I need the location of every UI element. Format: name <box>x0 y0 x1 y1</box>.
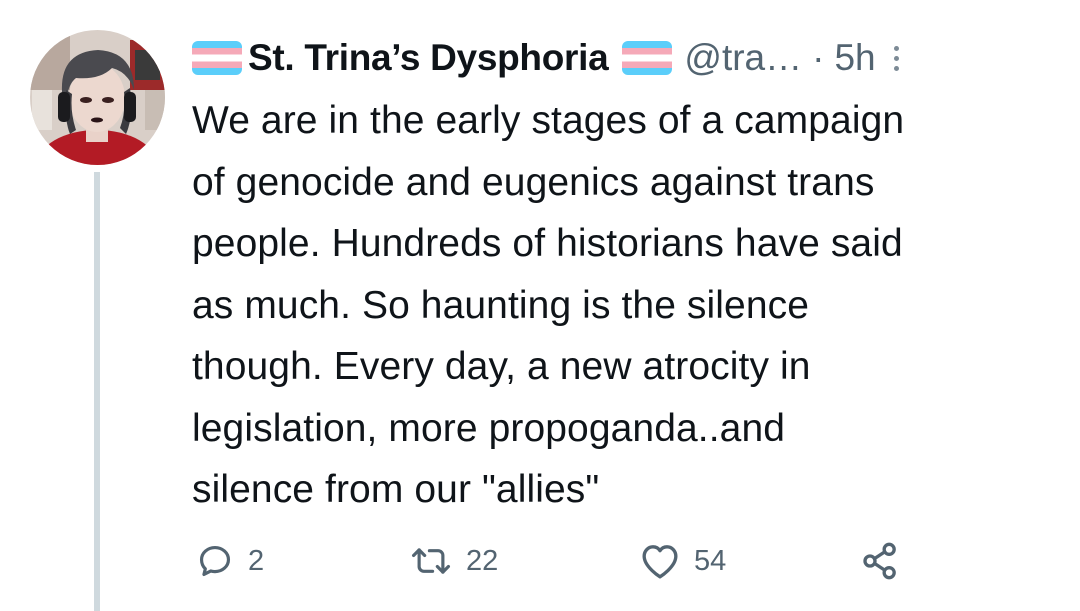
like-count: 54 <box>694 544 727 577</box>
user-handle[interactable]: @tra… <box>684 37 802 79</box>
retweet-button[interactable]: 22 <box>410 538 498 584</box>
transgender-flag-icon <box>622 41 673 75</box>
reply-count: 2 <box>248 544 265 577</box>
heart-icon <box>640 542 680 580</box>
avatar[interactable] <box>30 30 165 165</box>
tweet-actions: 2 22 54 <box>192 538 1052 584</box>
tweet-timestamp[interactable]: 5h <box>834 37 875 79</box>
avatar-image <box>30 30 165 165</box>
retweet-count: 22 <box>466 544 499 577</box>
thread-line <box>94 172 100 611</box>
tweet[interactable]: St. Trina’s Dysphoria @tra… · 5h We are … <box>0 0 1080 611</box>
share-icon <box>860 541 900 581</box>
more-vertical-icon[interactable] <box>893 41 899 75</box>
transgender-flag-icon <box>192 41 242 75</box>
tweet-header: St. Trina’s Dysphoria @tra… · 5h <box>192 32 1052 84</box>
tweet-text: We are in the early stages of a campaign… <box>192 99 905 511</box>
display-name[interactable]: St. Trina’s Dysphoria <box>248 37 609 79</box>
retweet-icon <box>410 542 452 580</box>
separator-dot: · <box>812 37 825 78</box>
share-button[interactable] <box>860 538 900 584</box>
reply-button[interactable]: 2 <box>196 538 264 584</box>
reply-icon <box>196 542 234 580</box>
like-button[interactable]: 54 <box>640 538 726 584</box>
